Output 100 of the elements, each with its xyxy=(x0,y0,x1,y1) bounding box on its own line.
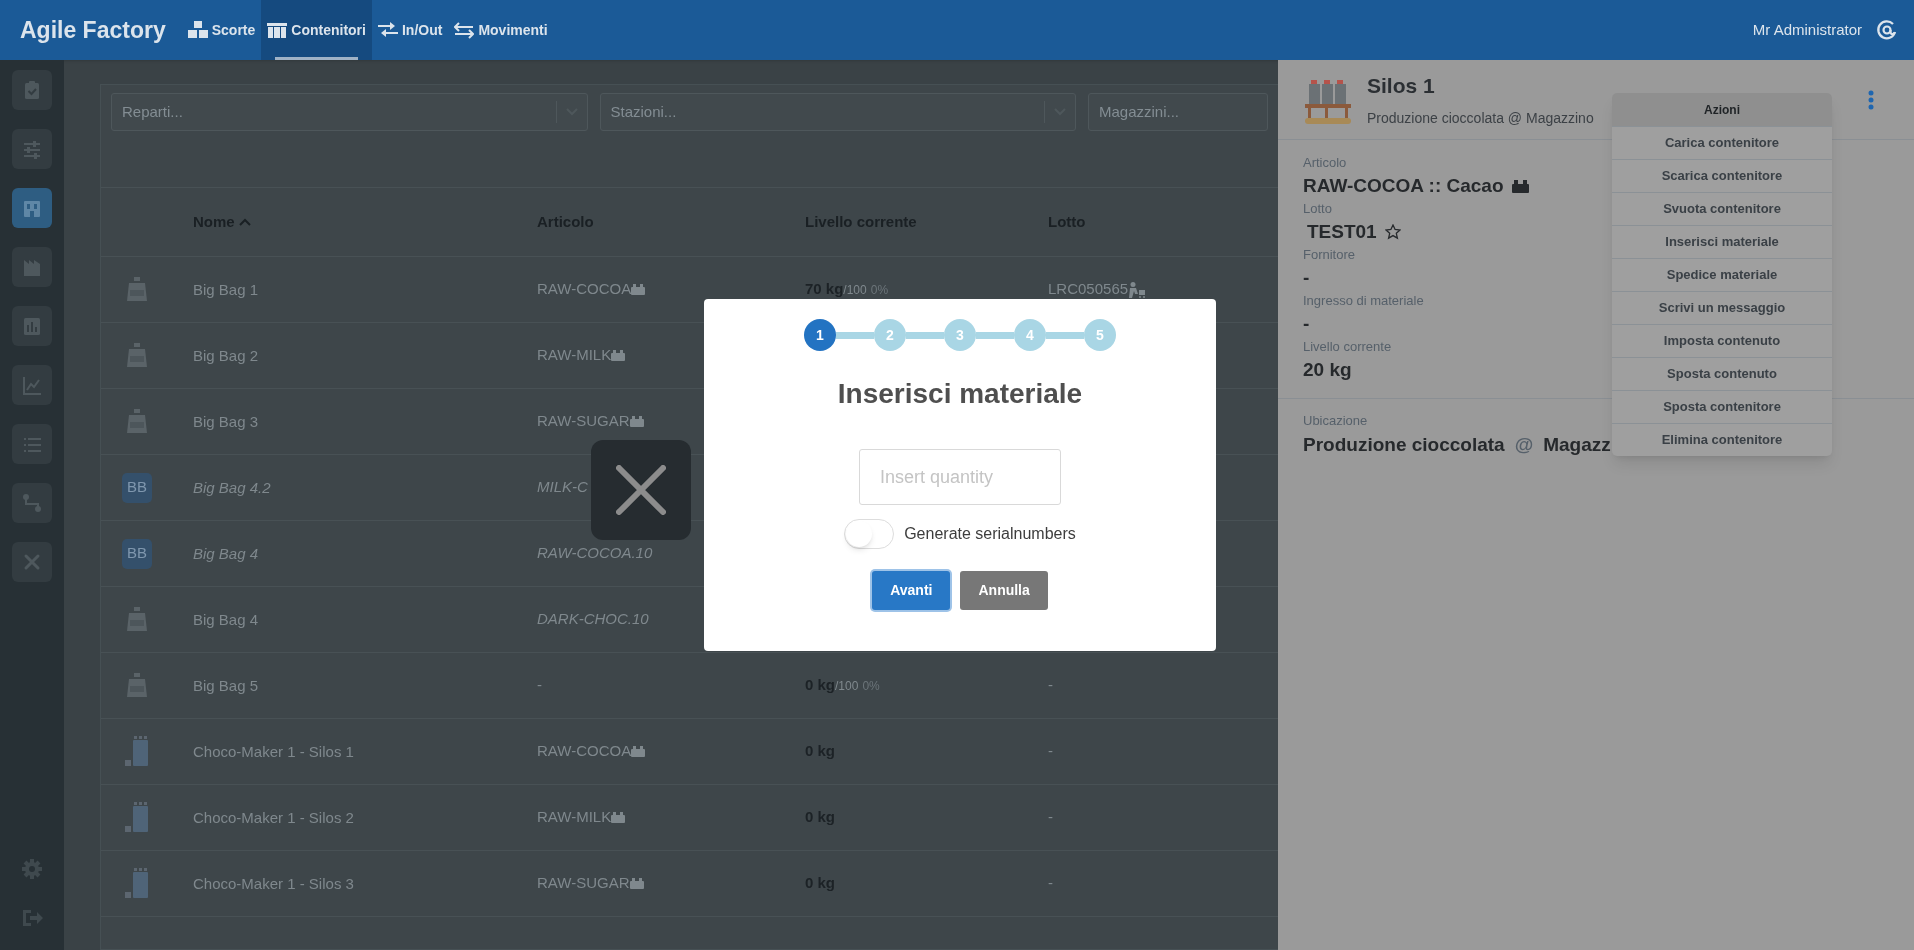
field-label: Fornitore xyxy=(1303,246,1356,264)
panel-subtitle: Produzione cioccolata @ Magazzino xyxy=(1367,108,1594,128)
container-name[interactable]: Big Bag 4.2 xyxy=(193,478,271,496)
field-label: Ingresso di materiale xyxy=(1303,292,1424,310)
container-name[interactable]: Big Bag 4 xyxy=(193,610,259,628)
menu-item[interactable]: Spedice materiale xyxy=(1612,258,1832,291)
article-code: RAW-MILK xyxy=(537,807,612,828)
article-code: RAW-SUGAR xyxy=(537,411,630,432)
field-label: Ubicazione xyxy=(1303,412,1368,430)
bar-chart-icon xyxy=(22,315,42,337)
close-icon xyxy=(616,465,666,515)
article-code: RAW-COCOA.10 xyxy=(537,543,653,564)
sidebar-button[interactable] xyxy=(12,542,52,582)
menu-item[interactable]: Scarica contenitore xyxy=(1612,159,1832,192)
menu-item[interactable]: Carica contenitore xyxy=(1612,126,1832,159)
menu-item[interactable]: Inserisci materiale xyxy=(1612,225,1832,258)
field-value: - xyxy=(1303,265,1310,290)
menu-item[interactable]: Elimina contenitore xyxy=(1612,423,1832,456)
lot-code: - xyxy=(1048,807,1053,828)
step-connector xyxy=(976,331,1014,339)
toggle-label: Generate serialnumbers xyxy=(904,524,1076,544)
container-name[interactable]: Big Bag 1 xyxy=(193,280,259,298)
step-connector xyxy=(906,331,944,339)
container-name[interactable]: Big Bag 4 xyxy=(193,544,259,562)
nav-tab[interactable]: Scorte xyxy=(181,0,262,60)
cancel-button[interactable]: Annulla xyxy=(960,571,1048,610)
filter-select[interactable]: Stazioni... xyxy=(599,93,1076,131)
menu-item[interactable]: Sposta contenitore xyxy=(1612,390,1832,423)
quantity-field[interactable]: Insert quantity xyxy=(859,449,1061,505)
star-icon xyxy=(1384,224,1401,240)
field-value: RAW-COCOA :: Cacao xyxy=(1303,173,1504,198)
sidebar-button[interactable] xyxy=(12,129,52,169)
container-name[interactable]: Big Bag 5 xyxy=(193,676,259,694)
brick-icon xyxy=(1511,179,1529,193)
field-label: Lotto xyxy=(1303,200,1332,218)
bag-icon xyxy=(125,672,149,699)
capacity: /100 xyxy=(843,282,867,300)
sidebar-button[interactable] xyxy=(12,365,52,405)
arrows-icon xyxy=(454,21,475,39)
clipboard-check-icon xyxy=(22,79,42,101)
line-chart-icon xyxy=(22,374,42,396)
article-code: RAW-SUGAR xyxy=(537,873,630,894)
menu-item[interactable]: Svuota contenitore xyxy=(1612,192,1832,225)
step-connector xyxy=(836,331,874,339)
at-sign: @ xyxy=(1514,432,1534,457)
flow-icon xyxy=(22,492,42,514)
container-badge: BB xyxy=(122,538,152,569)
step-connector xyxy=(1046,331,1084,339)
app-title: Agile Factory xyxy=(19,15,167,45)
menu-item[interactable]: Sposta contenuto xyxy=(1612,357,1832,390)
article-code: RAW-COCOA xyxy=(537,741,632,762)
container-name[interactable]: Choco-Maker 1 - Silos 3 xyxy=(193,874,354,892)
swap-arrows-icon xyxy=(377,21,398,39)
nav-tab[interactable]: In/Out xyxy=(371,0,449,60)
menu-header: Azioni xyxy=(1612,93,1832,126)
nav-tab[interactable]: Contenitori xyxy=(261,0,372,60)
container-badge: BB xyxy=(122,472,152,503)
sidebar-button[interactable] xyxy=(12,70,52,110)
nav-tab[interactable]: Movimenti xyxy=(448,0,554,60)
sidebar-button[interactable] xyxy=(12,306,52,346)
capacity: /100 xyxy=(835,678,859,696)
settings-icon xyxy=(21,858,43,880)
select-placeholder: Reparti... xyxy=(121,101,184,122)
lot-code: LRC050565 xyxy=(1048,279,1129,300)
sidebar-button[interactable] xyxy=(12,188,52,228)
bag-icon xyxy=(125,408,149,435)
sidebar-button[interactable] xyxy=(12,247,52,287)
menu-item[interactable]: Imposta contenuto xyxy=(1612,324,1832,357)
user-name[interactable]: Mr Administrator xyxy=(1752,0,1876,60)
next-button[interactable]: Avanti xyxy=(872,571,951,610)
container-name[interactable]: Big Bag 2 xyxy=(193,346,259,364)
article-code: - xyxy=(537,675,542,696)
silo-icon xyxy=(124,867,150,900)
lot-code: - xyxy=(1048,675,1053,696)
toggle-switch[interactable] xyxy=(844,519,895,549)
select-placeholder: Stazioni... xyxy=(609,101,678,122)
container-name[interactable]: Choco-Maker 1 - Silos 2 xyxy=(193,808,354,826)
article-code: MILK-C xyxy=(537,477,588,498)
panel-title: Silos 1 xyxy=(1367,73,1436,100)
lot-code: - xyxy=(1048,873,1053,894)
article-code: RAW-MILK xyxy=(537,345,612,366)
field-label: Livello corrente xyxy=(1303,338,1392,356)
close-button[interactable] xyxy=(591,440,691,540)
filter-select[interactable]: Magazzini... xyxy=(1088,93,1268,131)
lot-code: - xyxy=(1048,741,1053,762)
container-name[interactable]: Big Bag 3 xyxy=(193,412,259,430)
bag-icon xyxy=(125,276,149,303)
menu-item[interactable]: Scrivi un messaggio xyxy=(1612,291,1832,324)
location-place: Produzione cioccolata xyxy=(1303,432,1505,457)
silo-icon xyxy=(124,801,150,834)
boxes-icon xyxy=(187,21,208,39)
article-code: RAW-COCOA xyxy=(537,279,632,300)
filter-select[interactable]: Reparti... xyxy=(111,93,588,131)
sidebar-button[interactable] xyxy=(12,483,52,523)
more-options-icon xyxy=(1868,89,1874,110)
dialog-title: Inserisci materiale xyxy=(837,377,1083,411)
logout-icon xyxy=(21,908,43,928)
crates-icon xyxy=(267,21,288,39)
container-name[interactable]: Choco-Maker 1 - Silos 1 xyxy=(193,742,354,760)
sidebar-button[interactable] xyxy=(12,424,52,464)
